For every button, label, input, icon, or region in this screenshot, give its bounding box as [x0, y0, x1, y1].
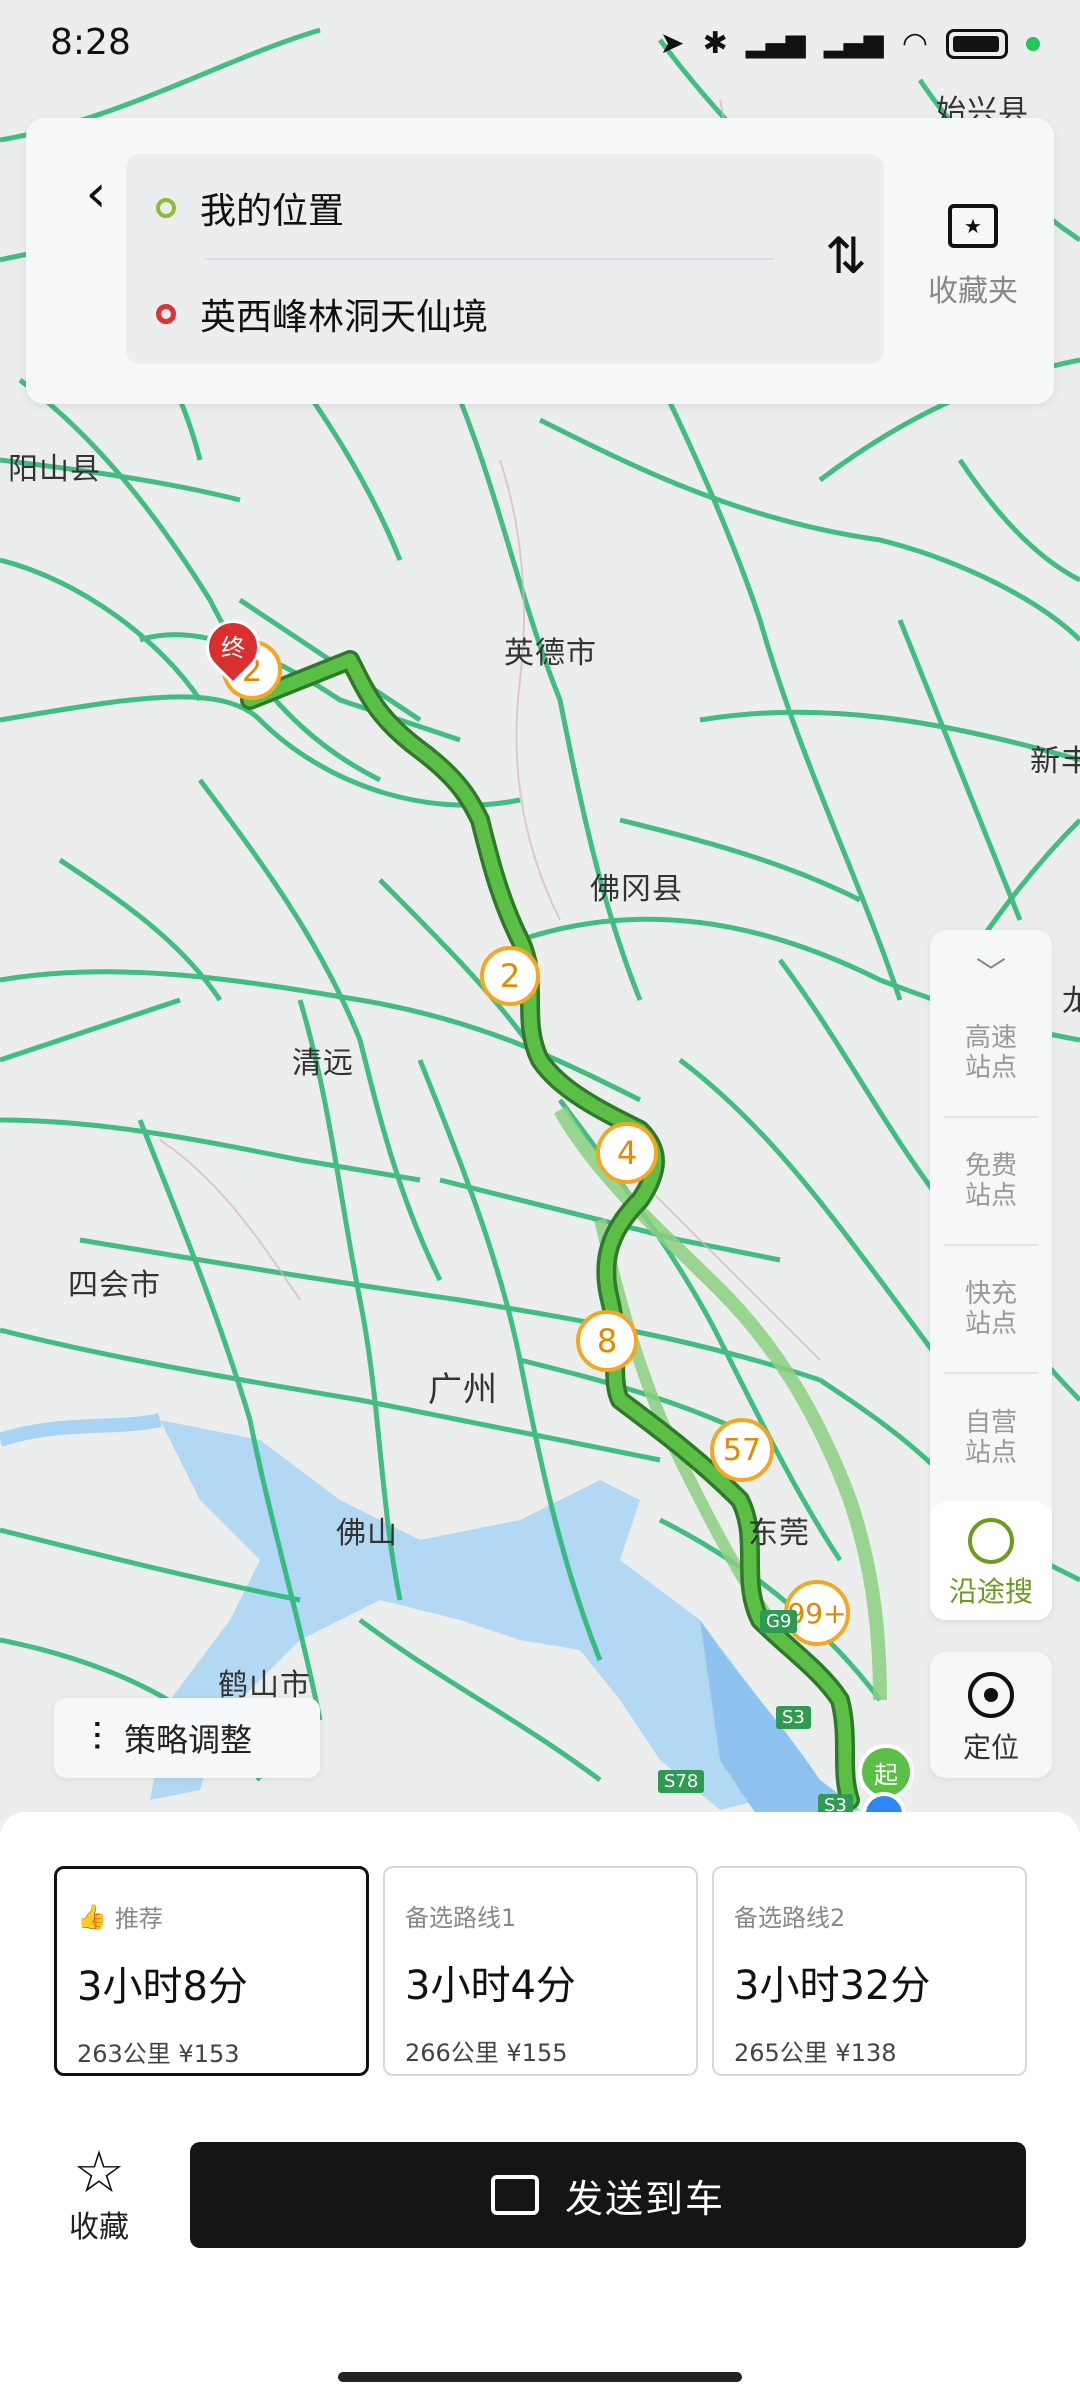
send-to-car-icon: [490, 2175, 539, 2215]
bluetooth-icon: ✱: [702, 26, 728, 61]
route-option-meta: 265公里 ¥138: [734, 2039, 897, 2067]
favorite-label: 收藏: [69, 2210, 129, 2245]
route-option-time: 3小时4分: [405, 1963, 576, 2009]
route-options-sheet: 👍 推荐 3小时8分 263公里 ¥153 备选路线1 3小时4分 266公里 …: [0, 1812, 1080, 2400]
favorites-folder-button[interactable]: 收藏夹: [918, 204, 1028, 310]
route-marker[interactable]: 57: [710, 1418, 774, 1482]
route-marker[interactable]: 4: [596, 1122, 658, 1184]
route-option-tag-text: 推荐: [114, 1905, 163, 1933]
chevron-down-icon[interactable]: ﹀: [930, 948, 1052, 992]
wifi-icon: ◠: [901, 26, 928, 61]
route-option-time: 3小时32分: [734, 1963, 931, 2009]
sliders-icon: ⫶: [92, 1715, 102, 1761]
route-option-tag: 备选路线1: [405, 1904, 517, 1932]
origin-dot-icon: [156, 198, 176, 218]
destination-dot-icon: [156, 304, 176, 324]
side-item-free-stations[interactable]: 免费站点: [944, 1120, 1038, 1246]
crosshair-icon: [968, 1672, 1014, 1718]
status-time: 8:28: [50, 22, 131, 63]
search-along-route-button[interactable]: 沿途搜: [930, 1502, 1052, 1620]
send-to-car-button[interactable]: 发送到车: [190, 2142, 1026, 2248]
signal-hd-icon: ▂▄▆: [745, 28, 806, 59]
search-along-icon: [968, 1518, 1014, 1564]
route-inputs: 我的位置 英西峰林洞天仙境 ⇅: [126, 154, 884, 364]
star-icon: ☆: [73, 2138, 125, 2206]
chevron-left-icon: ‹: [85, 164, 107, 224]
locate-label: 定位: [962, 1731, 1019, 1764]
map-label-city: 广州: [428, 1370, 498, 1410]
side-item-self-operated-stations[interactable]: 自营站点: [944, 1376, 1038, 1502]
map-label-city: 四会市: [68, 1268, 161, 1303]
back-button[interactable]: ‹: [66, 164, 126, 224]
origin-field[interactable]: 我的位置: [156, 182, 344, 234]
strategy-label: 策略调整: [124, 1721, 253, 1759]
folder-star-icon: [948, 204, 998, 248]
side-item-label: 免费站点: [964, 1151, 1017, 1211]
favorite-button[interactable]: ☆ 收藏: [44, 2142, 154, 2246]
battery-icon: [946, 28, 1008, 59]
home-indicator[interactable]: [338, 2372, 742, 2382]
side-item-label: 自营站点: [964, 1408, 1017, 1468]
route-marker[interactable]: 8: [576, 1310, 638, 1372]
search-along-label: 沿途搜: [948, 1575, 1033, 1608]
map-side-panel: ﹀ 高速站点 免费站点 快充站点 自营站点 沿途搜: [930, 930, 1052, 1620]
side-item-label: 快充站点: [964, 1279, 1017, 1339]
origin-text: 我的位置: [200, 191, 345, 232]
map-label-city: 英德市: [504, 636, 597, 671]
road-shield: G9: [760, 1610, 798, 1633]
route-option-alt-2[interactable]: 备选路线2 3小时32分 265公里 ¥138: [712, 1866, 1027, 2076]
status-icons: ➤ ✱ ▂▄▆ ▂▄▆ ◠: [660, 26, 1040, 61]
side-item-highway-stations[interactable]: 高速站点: [944, 992, 1038, 1118]
route-option-alt-1[interactable]: 备选路线1 3小时4分 266公里 ¥155: [383, 1866, 698, 2076]
route-search-card: ‹ 我的位置 英西峰林洞天仙境 ⇅ 收藏夹: [26, 118, 1054, 404]
end-marker-label: 终: [221, 634, 245, 662]
locate-button[interactable]: 定位: [930, 1652, 1052, 1778]
route-options: 👍 推荐 3小时8分 263公里 ¥153 备选路线1 3小时4分 266公里 …: [54, 1866, 1027, 2076]
map-label-city: 东莞: [748, 1516, 810, 1551]
map-label-city: 佛冈县: [590, 872, 683, 907]
map-label-city: 清远: [292, 1046, 354, 1081]
destination-field[interactable]: 英西峰林洞天仙境: [156, 288, 488, 340]
strategy-adjust-button[interactable]: ⫶ 策略调整: [54, 1698, 320, 1778]
location-arrow-icon: ➤: [659, 26, 685, 61]
destination-text: 英西峰林洞天仙境: [200, 297, 489, 338]
water-channel: [0, 1413, 162, 1447]
route-option-tag: 👍 推荐: [77, 1899, 346, 1934]
map-label-city: 新丰: [1030, 744, 1080, 779]
route-option-time: 3小时8分: [77, 1964, 248, 2010]
route-marker[interactable]: 2: [480, 946, 540, 1006]
route-option-recommended[interactable]: 👍 推荐 3小时8分 263公里 ¥153: [54, 1866, 369, 2076]
signal-hd-icon: ▂▄▆: [823, 28, 884, 59]
road-shield: S78: [658, 1770, 705, 1793]
road-shield: S3: [776, 1706, 811, 1729]
send-to-car-label: 发送到车: [564, 2176, 725, 2221]
favorites-folder-label: 收藏夹: [928, 274, 1018, 309]
map-label-city: 龙: [1062, 984, 1080, 1019]
route-option-meta: 263公里 ¥153: [77, 2040, 240, 2068]
status-bar: 8:28 ➤ ✱ ▂▄▆ ▂▄▆ ◠: [0, 0, 1080, 95]
map-label-city: 阳山县: [8, 452, 101, 487]
map-label-city: 佛山: [336, 1516, 398, 1551]
divider: [204, 258, 774, 260]
privacy-indicator-icon: [1026, 36, 1040, 51]
thumbs-up-icon: 👍: [77, 1902, 107, 1931]
swap-route-button[interactable]: ⇅: [816, 226, 876, 286]
side-item-label: 高速站点: [964, 1023, 1017, 1083]
swap-arrows-icon: ⇅: [825, 227, 867, 285]
route-option-tag: 备选路线2: [734, 1904, 846, 1932]
route-option-meta: 266公里 ¥155: [405, 2039, 568, 2067]
side-item-fast-charge-stations[interactable]: 快充站点: [944, 1248, 1038, 1374]
